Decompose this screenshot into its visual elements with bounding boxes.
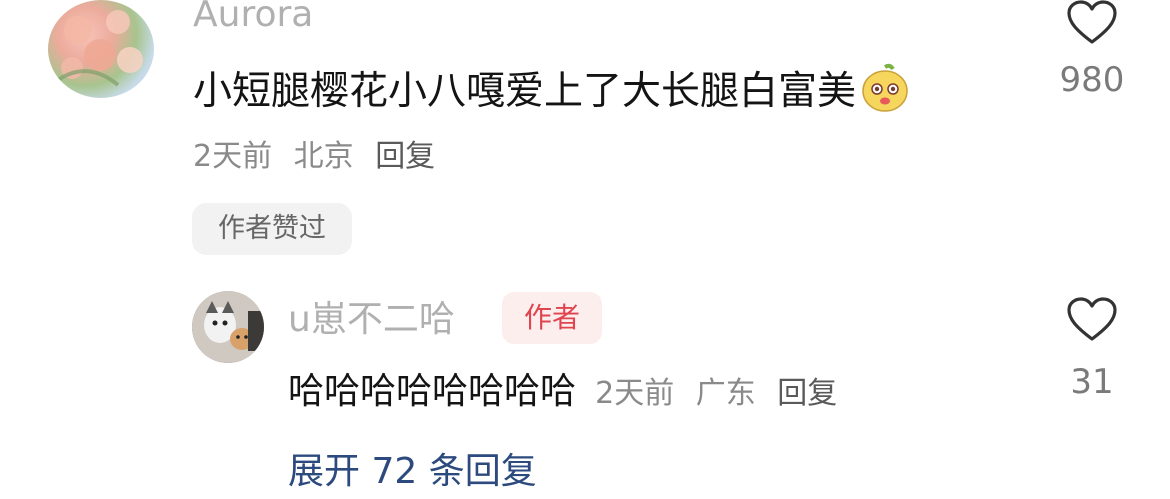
- reply-avatar[interactable]: [192, 291, 264, 363]
- reply-heart-icon[interactable]: [1066, 297, 1118, 343]
- reply-username[interactable]: u崽不二哈: [288, 290, 455, 342]
- reply-meta: 2天前 广东 回复: [595, 376, 849, 411]
- author-tag: 作者: [502, 292, 602, 344]
- reply-button[interactable]: 回复: [375, 139, 435, 174]
- reply-like-count: 31: [1070, 362, 1114, 402]
- reply-time: 2天前: [595, 376, 675, 411]
- cute-face-emoji-icon: [860, 63, 910, 113]
- reply-avatar-image: [192, 291, 264, 363]
- avatar-image: [56, 10, 143, 87]
- comment-text-content: 小短腿樱花小八嘎爱上了大长腿白富美: [193, 69, 857, 114]
- avatar[interactable]: [48, 0, 154, 98]
- reply-text: 哈哈哈哈哈哈哈哈: [288, 371, 577, 412]
- author-liked-badge: 作者赞过: [192, 203, 352, 255]
- comment-time: 2天前: [193, 139, 273, 174]
- reply-line: 哈哈哈哈哈哈哈哈 2天前 广东 回复: [288, 362, 849, 414]
- heart-icon[interactable]: [1066, 0, 1118, 46]
- comment-username[interactable]: Aurora: [193, 0, 313, 35]
- reply-reply-button[interactable]: 回复: [777, 376, 837, 411]
- comment-meta: 2天前 北京 回复: [193, 131, 447, 175]
- reply-location: 广东: [695, 376, 756, 411]
- expand-replies-link[interactable]: 展开 72 条回复: [288, 442, 537, 494]
- comment-text: 小短腿樱花小八嘎爱上了大长腿白富美: [193, 60, 910, 116]
- like-count: 980: [1059, 60, 1125, 100]
- comment-location: 北京: [293, 139, 354, 174]
